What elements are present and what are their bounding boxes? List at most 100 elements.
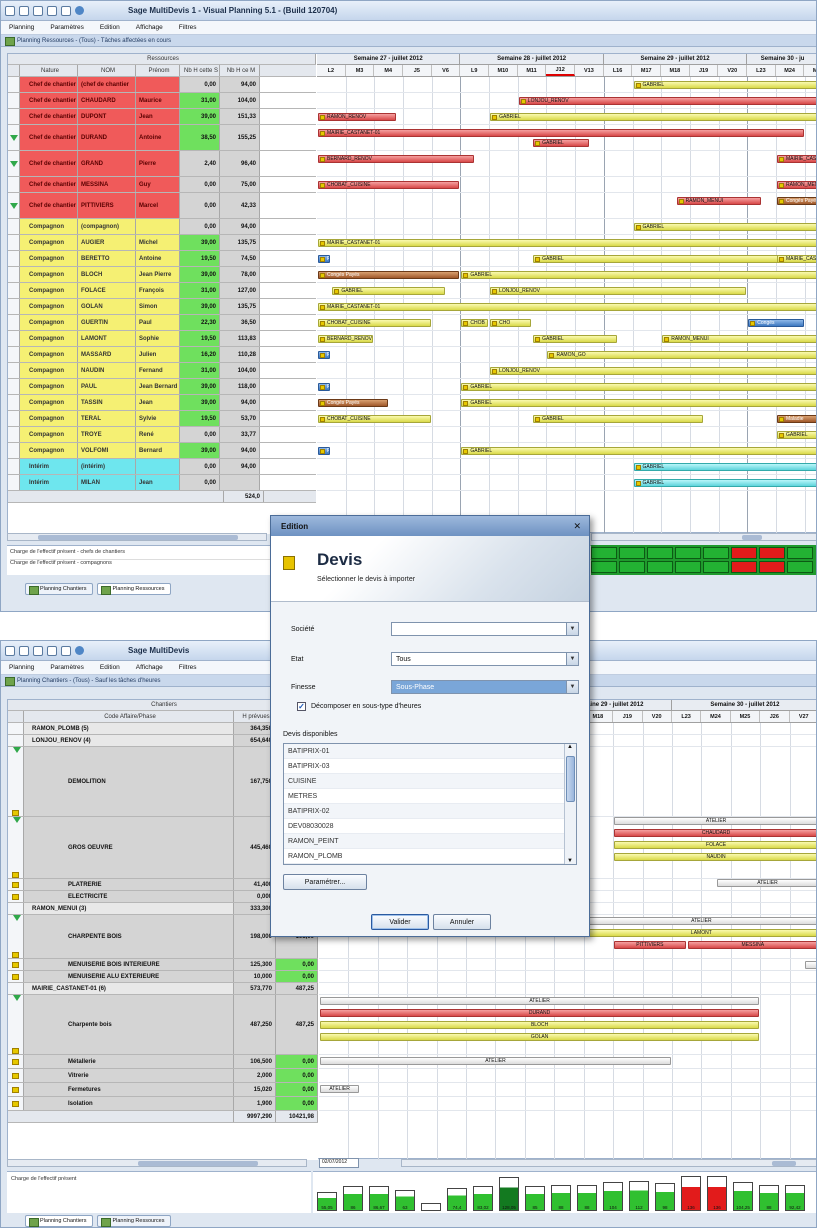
resource-row[interactable]: Compagnon TERAL Sylvie 19,50 53,70 (8, 411, 316, 427)
quick-access-icon[interactable] (19, 5, 29, 16)
task-bar[interactable]: GABRIEL (461, 399, 816, 407)
resource-row[interactable]: Compagnon GOLAN Simon 39,00 135,75 (8, 299, 316, 315)
help-icon[interactable] (75, 6, 84, 15)
filter-icon[interactable] (8, 65, 20, 76)
valider-button[interactable]: Valider (371, 914, 429, 930)
task-bar[interactable]: Congés Payés (776, 197, 816, 205)
task-bar[interactable]: MAIRIE_CASTANET-01 (318, 303, 816, 311)
task-bar[interactable]: ATELIER (614, 817, 816, 825)
expand-icon[interactable] (10, 160, 18, 167)
help-icon[interactable] (75, 646, 84, 655)
task-bar[interactable]: GABRIEL (533, 139, 589, 147)
task-bar[interactable]: CHO (490, 319, 532, 327)
undo-icon[interactable] (33, 645, 43, 656)
resource-row[interactable]: Compagnon PAUL Jean Bernard 39,00 118,00 (8, 379, 316, 395)
task-bar[interactable]: CHOBAT_CUISINE (318, 181, 460, 189)
task-bar[interactable]: GABRIEL (533, 415, 704, 423)
resource-row[interactable]: Compagnon LAMONT Sophie 19,50 113,83 (8, 331, 316, 347)
task-bar[interactable]: GOLAN (320, 1033, 760, 1041)
chantier-row[interactable]: Métallerie 106,500 0,00 (8, 1055, 318, 1069)
task-bar[interactable]: Congés Payés (318, 271, 460, 279)
chantier-row[interactable]: MAIRIE_CASTANET-01 (6) 573,770 487,25 (8, 983, 318, 995)
task-bar[interactable]: RAMON_GO (547, 351, 816, 359)
filter-icon[interactable] (8, 711, 24, 722)
devis-list-item[interactable]: METRES (284, 789, 576, 804)
column-header-4[interactable]: Nb H ce M (220, 65, 260, 76)
column-header-1[interactable]: NOM (78, 65, 136, 76)
task-bar[interactable]: BERNARD_RENOV (318, 335, 374, 343)
column-header-3[interactable]: Nb H cette S (180, 65, 220, 76)
task-bar[interactable]: MAIRIE_CASTANET-01 (318, 129, 804, 137)
menu-item-0[interactable]: Planning (9, 24, 34, 31)
task-bar[interactable]: GABRIEL (461, 447, 816, 455)
chantier-row[interactable]: Fermetures 15,020 0,00 (8, 1083, 318, 1097)
finesse-select[interactable]: Sous-Phase ▼ (391, 680, 579, 694)
tab-planning-ressources[interactable]: Planning Ressources (97, 583, 172, 595)
task-bar[interactable]: ATELIER (717, 879, 816, 887)
resource-row[interactable]: Chef de chantier DUPONT Jean 39,00 151,33 (8, 109, 316, 125)
menu-item-2[interactable]: Edition (100, 664, 120, 671)
task-bar[interactable]: RTT (318, 351, 331, 359)
menu-item-4[interactable]: Filtres (179, 664, 197, 671)
task-bar[interactable]: NAUDIN (614, 853, 816, 861)
resource-row[interactable]: Chef de chantier GRAND Pierre 2,40 96,40 (8, 151, 316, 177)
societe-select[interactable]: ▼ (391, 622, 579, 636)
task-bar[interactable]: RAMON_MENUI (676, 197, 761, 205)
resource-row[interactable]: Compagnon FOLACE François 31,00 127,00 (8, 283, 316, 299)
redo-icon[interactable] (47, 645, 57, 656)
expand-icon[interactable] (12, 747, 21, 753)
chevron-down-icon[interactable]: ▼ (566, 681, 578, 693)
bottom-gantt-hscroll[interactable] (401, 1159, 816, 1167)
etat-select[interactable]: Tous ▼ (391, 652, 579, 666)
menu-item-4[interactable]: Filtres (179, 24, 197, 31)
resource-row[interactable]: Compagnon AUGIER Michel 39,00 135,75 (8, 235, 316, 251)
close-icon[interactable]: ✕ (573, 521, 581, 532)
task-bar[interactable]: GABRIEL (633, 479, 816, 487)
task-bar[interactable]: DURAND (320, 1009, 760, 1017)
expand-icon[interactable] (10, 202, 18, 209)
resource-row[interactable]: Chef de chantier PITTIVIERS Marcel 0,00 42,3… (8, 193, 316, 219)
tab-planning-chantiers[interactable]: Planning Chantiers (25, 1215, 94, 1227)
devis-list-scrollbar[interactable]: ▲ ▼ (564, 744, 576, 864)
task-bar[interactable]: GABRIEL (776, 431, 816, 439)
task-bar[interactable]: GABRIEL (633, 81, 816, 89)
task-bar[interactable]: MESSINA (687, 941, 816, 949)
redo-icon[interactable] (47, 5, 57, 16)
task-bar[interactable]: Congés (748, 319, 804, 327)
menu-item-1[interactable]: Paramètres (50, 664, 84, 671)
column-header-0[interactable]: Nature (20, 65, 78, 76)
task-bar[interactable] (805, 961, 816, 969)
task-bar[interactable]: Congés Payés (318, 399, 388, 407)
task-bar[interactable]: LONJOU_RENOV (518, 97, 816, 105)
task-bar[interactable]: BLOCH (320, 1021, 760, 1029)
task-bar[interactable]: CHOB (461, 319, 489, 327)
expand-icon[interactable] (10, 134, 18, 141)
menu-item-2[interactable]: Edition (100, 24, 120, 31)
top-hscroll[interactable] (7, 533, 267, 541)
devis-list-item[interactable]: DEV08030028 (284, 819, 576, 834)
date-field[interactable]: 02/07/2012 (319, 1158, 359, 1168)
resource-row[interactable]: Compagnon TASSIN Jean 39,00 94,00 (8, 395, 316, 411)
task-bar[interactable]: MAIRIE_CASTANET-01 (318, 239, 816, 247)
task-bar[interactable]: Maladie (776, 415, 816, 423)
chantier-row[interactable]: MENUISERIE BOIS INTERIEURE 125,300 0,00 (8, 959, 318, 971)
menu-item-3[interactable]: Affichage (136, 664, 163, 671)
task-bar[interactable]: ATELIER (320, 1085, 360, 1093)
menu-item-3[interactable]: Affichage (136, 24, 163, 31)
task-bar[interactable]: GABRIEL (633, 223, 816, 231)
task-bar[interactable]: BERNARD_RENOV (318, 155, 474, 163)
chantier-row[interactable]: MENUISERIE ALU EXTERIEURE 10,000 0,00 (8, 971, 318, 983)
task-bar[interactable]: GABRIEL (461, 383, 816, 391)
column-header-code[interactable]: Code Affaire/Phase (24, 711, 234, 722)
resource-row[interactable]: Chef de chantier MESSINA Guy 0,00 75,00 (8, 177, 316, 193)
resource-row[interactable]: Chef de chantier CHAUDARD Maurice 31,00 104,… (8, 93, 316, 109)
task-bar[interactable]: PITTIVIERS (614, 941, 686, 949)
resource-row[interactable]: Chef de chantier (chef de chantier 0,00 94,… (8, 77, 316, 93)
chantier-row[interactable]: Isolation 1,900 0,00 (8, 1097, 318, 1111)
resource-row[interactable]: Compagnon BLOCH Jean Pierre 39,00 78,00 (8, 267, 316, 283)
expand-icon[interactable] (12, 817, 21, 823)
parametrer-button[interactable]: Paramétrer... (283, 874, 367, 890)
task-bar[interactable]: RAMON_RENOV (318, 113, 397, 121)
task-bar[interactable]: ATELIER (584, 917, 816, 925)
task-bar[interactable]: MAIRIE_CASTANET (776, 255, 816, 263)
